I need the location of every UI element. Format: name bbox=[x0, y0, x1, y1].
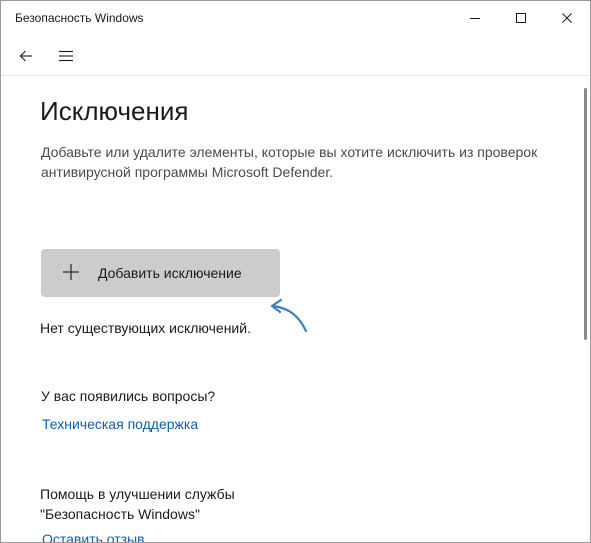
title-bar: Безопасность Windows bbox=[1, 1, 590, 35]
maximize-button[interactable] bbox=[498, 1, 544, 35]
improve-heading-line2: "Безопасность Windows" bbox=[40, 506, 200, 522]
questions-heading: У вас появились вопросы? bbox=[41, 388, 216, 404]
improve-heading-line1: Помощь в улучшении службы bbox=[40, 486, 235, 502]
support-link[interactable]: Техническая поддержка bbox=[42, 416, 198, 432]
close-button[interactable] bbox=[544, 1, 590, 35]
minimize-button[interactable] bbox=[452, 1, 498, 35]
scrollbar[interactable] bbox=[581, 76, 590, 542]
feedback-link[interactable]: Оставить отзыв bbox=[42, 531, 145, 542]
back-arrow-icon bbox=[19, 50, 32, 62]
back-button[interactable] bbox=[13, 43, 39, 69]
improve-heading: Помощь в улучшении службы "Безопасность … bbox=[40, 484, 340, 524]
close-icon bbox=[562, 13, 572, 23]
app-window: Безопасность Windows Исключения Добавьте… bbox=[0, 0, 591, 543]
annotation-arrow-icon bbox=[270, 298, 308, 333]
content-area: Исключения Добавьте или удалите элементы… bbox=[1, 76, 581, 542]
menu-button[interactable] bbox=[53, 43, 79, 69]
scrollbar-thumb[interactable] bbox=[584, 88, 587, 340]
page-title: Исключения bbox=[40, 96, 189, 126]
maximize-icon bbox=[516, 13, 526, 23]
add-exclusion-button[interactable]: Добавить исключение bbox=[41, 249, 280, 297]
window-title: Безопасность Windows bbox=[15, 11, 144, 25]
plus-icon bbox=[63, 264, 79, 280]
no-exclusions-text: Нет существующих исключений. bbox=[40, 320, 251, 336]
page-description: Добавьте или удалите элементы, которые в… bbox=[41, 144, 538, 180]
minimize-icon bbox=[470, 18, 480, 19]
nav-bar bbox=[1, 35, 590, 76]
hamburger-menu-icon bbox=[59, 50, 73, 62]
add-exclusion-label: Добавить исключение bbox=[98, 265, 242, 281]
